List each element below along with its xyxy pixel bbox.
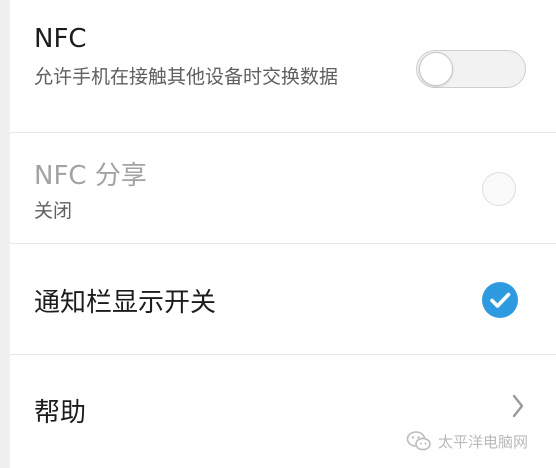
nfc-title: NFC [34,24,87,54]
notification-toggle-row[interactable]: 通知栏显示开关 [10,244,556,354]
nfc-share-row[interactable]: NFC 分享 关闭 [10,133,556,243]
chevron-right-icon [512,394,524,418]
watermark: 太平洋电脑网 [406,428,528,454]
nfc-setting-row[interactable]: NFC 允许手机在接触其他设备时交换数据 [10,0,556,132]
notification-toggle-title: 通知栏显示开关 [34,288,217,318]
checkmark-icon [490,292,511,308]
help-title: 帮助 [34,398,87,428]
nfc-description: 允许手机在接触其他设备时交换数据 [34,66,339,88]
switch-knob [419,52,453,86]
nfc-share-radio[interactable] [482,172,516,206]
nfc-share-title: NFC 分享 [34,161,147,191]
notification-toggle-checkbox[interactable] [482,282,518,318]
wechat-icon [406,431,431,451]
settings-panel: NFC 允许手机在接触其他设备时交换数据 NFC 分享 关闭 通知栏显示开关 帮… [10,0,556,468]
watermark-text: 太平洋电脑网 [438,432,529,451]
nfc-share-status: 关闭 [34,200,73,222]
nfc-toggle-switch[interactable] [416,50,526,88]
